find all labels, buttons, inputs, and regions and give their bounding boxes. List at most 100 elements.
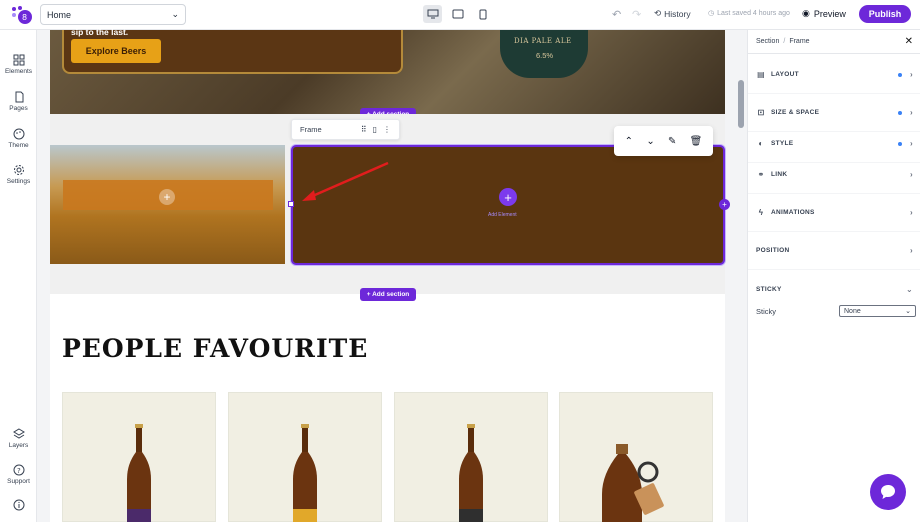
rail-item-theme[interactable]: Theme [0,128,37,149]
panel-row-sticky[interactable]: STICKY ⌄ [748,270,920,308]
add-element-label: Add Element [488,212,517,218]
left-rail: Elements Pages Theme Settings Layers ? S… [0,30,37,522]
history-icon: ⟲ [654,8,662,18]
history-label: History [664,8,691,19]
chat-button[interactable] [870,474,906,510]
clock-icon: ◷ [708,10,715,17]
device-switcher [423,5,492,23]
page-select[interactable]: Home ⌄ [40,4,186,25]
frame-toolbar-label: Frame [300,125,322,134]
svg-text:?: ? [17,467,21,475]
rail-item-support[interactable]: ? Support [0,464,37,485]
hero-text: sip to the last. [71,27,129,37]
resize-handle[interactable] [288,201,294,207]
lightning-icon: ϟ [758,208,764,217]
publish-button[interactable]: Publish [859,5,911,23]
close-icon[interactable]: ✕ [905,36,913,47]
rail-label: Layers [8,442,29,449]
top-bar: 8 Home ⌄ ↶ ↷ ⟲ History ◷ Last saved 4 ho… [0,0,920,30]
breadcrumb-separator: / [783,38,786,45]
add-element-button[interactable]: + [499,188,517,206]
save-status: ◷ Last saved 4 hours ago [708,9,790,18]
rail-item-elements[interactable]: Elements [0,54,37,75]
rail-label: Settings [6,178,31,185]
page-select-value: Home [47,9,72,20]
panel-row-link[interactable]: ⚭ LINK › [748,156,920,194]
properties-panel: Section / Frame ✕ ▤ LAYOUT › ⊡ SIZE & SP… [747,30,920,522]
element-action-toolbar: ⌃ ⌄ ✎ 🗑 [614,126,713,156]
gear-icon [13,165,24,175]
trash-icon[interactable]: 🗑 [690,136,703,147]
chevron-down-icon: ⌄ [905,308,911,315]
chat-icon [881,485,895,499]
history-button[interactable]: ⟲ History [654,8,691,19]
more-options-icon[interactable]: ⋮ [383,125,391,134]
layout-icon: ▤ [757,70,765,79]
arrow-annotation-icon [302,161,389,201]
panel-row-animations[interactable]: ϟ ANIMATIONS › [748,194,920,232]
breadcrumb-current: Frame [789,38,810,45]
redo-icon[interactable]: ↷ [632,8,641,21]
desktop-view-icon[interactable] [423,5,442,23]
canvas-scrollbar[interactable] [738,80,744,128]
preview-button[interactable]: ◉ Preview [802,8,846,19]
duplicate-icon[interactable]: ▯ [373,125,377,134]
chevron-right-icon: › [910,246,913,255]
magic-wand-icon[interactable]: ✎ [668,136,676,147]
panel-row-position[interactable]: POSITION › [748,232,920,270]
panel-row-label: POSITION [756,247,790,254]
add-column-icon[interactable]: + [719,199,730,210]
svg-text:8: 8 [22,13,27,22]
move-up-icon[interactable]: ⌃ [625,136,633,147]
link-icon: ⚭ [757,170,765,179]
size-icon: ⊡ [757,108,765,117]
panel-row-label: LINK [771,171,788,178]
rail-item-settings[interactable]: Settings [0,164,37,185]
panel-row-label: ANIMATIONS [771,209,815,216]
rail-label: Theme [8,142,29,149]
sticky-select[interactable]: None ⌄ [839,305,916,317]
sticky-field-label: Sticky [756,306,777,316]
growler-image [602,444,664,522]
rail-item-pages[interactable]: Pages [0,91,37,112]
app-logo-icon[interactable]: 8 [10,5,32,25]
beer-bottle-image [127,424,151,522]
info-button[interactable] [0,499,37,511]
modified-indicator [898,141,903,146]
palette-icon: ◐ [758,139,764,148]
sticky-select-value: None [844,307,861,315]
eye-icon: ◉ [802,8,810,18]
rail-label: Support [7,478,30,485]
modified-indicator [898,72,903,77]
help-icon: ? [13,464,24,476]
pages-icon [15,91,23,103]
section-heading: PEOPLE FAVOURITE [62,334,369,363]
rail-item-layers[interactable]: Layers [0,428,37,449]
panel-row-label: LAYOUT [771,71,799,78]
breadcrumb-root[interactable]: Section [756,38,779,45]
chevron-down-icon: ⌄ [905,284,913,294]
explore-beers-button[interactable]: Explore Beers [71,39,161,63]
add-section-button[interactable]: + Add section [360,288,416,301]
move-down-icon[interactable]: ⌄ [646,136,654,147]
chevron-right-icon: › [910,108,913,117]
bottle-abv-text: 6.5% [536,51,554,60]
panel-row-label: SIZE & SPACE [771,109,820,116]
palette-icon [13,128,24,140]
breadcrumb: Section / Frame ✕ [748,30,920,54]
chevron-right-icon: › [910,208,913,217]
preview-label: Preview [813,8,846,19]
save-status-text: Last saved 4 hours ago [717,9,790,17]
rail-label: Pages [9,105,28,112]
drag-handle-icon[interactable]: ⠿ [361,125,367,134]
tablet-view-icon[interactable] [448,5,467,23]
mobile-view-icon[interactable] [473,5,492,23]
undo-icon[interactable]: ↶ [612,8,621,21]
add-icon[interactable]: + [159,189,175,205]
info-icon [13,499,24,511]
panel-row-layout[interactable]: ▤ LAYOUT › [748,56,920,94]
modified-indicator [898,110,903,115]
chevron-right-icon: › [910,139,913,148]
frame-toolbar: Frame ⠿ ▯ ⋮ [291,119,400,140]
sticky-field: Sticky None ⌄ [756,305,916,317]
